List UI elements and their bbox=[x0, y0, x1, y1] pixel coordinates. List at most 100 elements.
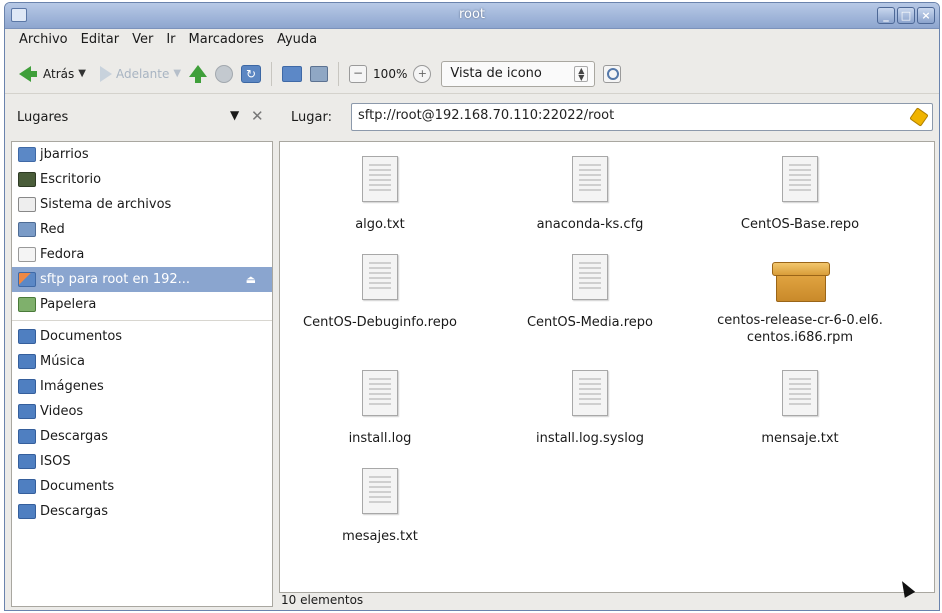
zoom-in-button[interactable]: + bbox=[409, 60, 435, 88]
filesystem-icon bbox=[18, 197, 36, 212]
sidebar-item-videos[interactable]: Videos bbox=[12, 399, 272, 424]
stop-icon bbox=[215, 64, 234, 83]
sidebar-item-descargas-2[interactable]: Descargas bbox=[12, 499, 272, 524]
file-item[interactable]: algo.txt bbox=[280, 156, 480, 233]
home-folder-icon bbox=[18, 147, 36, 162]
menu-ayuda[interactable]: Ayuda bbox=[271, 30, 324, 52]
sidebar-item-label: Escritorio bbox=[40, 172, 102, 187]
sidebar-item-musica[interactable]: Música bbox=[12, 349, 272, 374]
sidebar-item-descargas[interactable]: Descargas bbox=[12, 424, 272, 449]
sidebar-item-label: sftp para root en 192... bbox=[40, 272, 191, 287]
location-input[interactable]: sftp://root@192.168.70.110:22022/root bbox=[351, 103, 933, 131]
clear-location-icon[interactable] bbox=[910, 108, 926, 126]
sidebar-item-label: Fedora bbox=[40, 247, 85, 262]
folder-icon bbox=[18, 479, 36, 494]
file-name: CentOS-Base.repo bbox=[740, 217, 860, 232]
toolbar-separator bbox=[338, 61, 340, 86]
file-name: algo.txt bbox=[355, 217, 405, 232]
file-item[interactable]: anaconda-ks.cfg bbox=[490, 156, 690, 233]
sidebar-item-red[interactable]: Red bbox=[12, 217, 272, 242]
sidebar-item-label: Descargas bbox=[40, 429, 109, 444]
sidebar-item-label: Música bbox=[40, 354, 85, 369]
reload-button[interactable]: ↻ bbox=[237, 60, 265, 88]
file-name: mesajes.txt bbox=[342, 529, 418, 544]
folder-icon bbox=[18, 504, 36, 519]
search-icon[interactable] bbox=[603, 64, 622, 83]
sidebar-item-imagenes[interactable]: Imágenes bbox=[12, 374, 272, 399]
folder-icon bbox=[18, 329, 36, 344]
file-item[interactable]: centos-release-cr-6-0.el6.centos.i686.rp… bbox=[700, 254, 900, 346]
file-item[interactable]: CentOS-Media.repo bbox=[490, 254, 690, 331]
up-arrow-icon bbox=[189, 64, 208, 83]
file-item[interactable]: install.log.syslog bbox=[490, 370, 690, 447]
sidebar-item-escritorio[interactable]: Escritorio bbox=[12, 167, 272, 192]
sidebar-divider bbox=[12, 320, 272, 321]
computer-button[interactable] bbox=[306, 60, 332, 88]
folder-icon bbox=[18, 404, 36, 419]
stop-button[interactable] bbox=[211, 60, 237, 88]
title-bar[interactable]: root _ □ × bbox=[5, 3, 939, 29]
file-name: mensaje.txt bbox=[761, 431, 839, 446]
sidebar-item-fedora[interactable]: Fedora bbox=[12, 242, 272, 267]
eject-icon[interactable]: ⏏ bbox=[246, 273, 256, 286]
file-name: install.log.syslog bbox=[535, 431, 645, 446]
package-icon bbox=[772, 254, 830, 302]
folder-icon bbox=[18, 429, 36, 444]
computer-icon bbox=[310, 65, 329, 82]
window-title: root bbox=[458, 7, 486, 22]
sidebar-item-documentos[interactable]: Documentos bbox=[12, 324, 272, 349]
home-button[interactable] bbox=[278, 60, 306, 88]
sidebar-item-label: ISOS bbox=[40, 454, 71, 469]
maximize-button[interactable]: □ bbox=[897, 7, 915, 24]
folder-icon bbox=[18, 354, 36, 369]
sidebar-item-sistema-de-archivos[interactable]: Sistema de archivos bbox=[12, 192, 272, 217]
trash-icon bbox=[18, 297, 36, 312]
sidebar-item-label: jbarrios bbox=[40, 147, 89, 162]
places-chevron-down-icon[interactable]: ▼ bbox=[230, 108, 239, 122]
file-icon-view[interactable]: algo.txt anaconda-ks.cfg CentOS-Base.rep… bbox=[279, 141, 935, 593]
menu-archivo[interactable]: Archivo bbox=[13, 30, 75, 52]
view-mode-value: Vista de icono bbox=[450, 66, 542, 81]
sftp-icon bbox=[18, 272, 36, 287]
network-icon bbox=[18, 222, 36, 237]
sidebar-item-papelera[interactable]: Papelera bbox=[12, 292, 272, 317]
sidebar-item-jbarrios[interactable]: jbarrios bbox=[12, 142, 272, 167]
text-file-icon bbox=[572, 370, 608, 416]
menu-ver[interactable]: Ver bbox=[126, 30, 160, 52]
menu-editar[interactable]: Editar bbox=[75, 30, 127, 52]
text-file-icon bbox=[782, 370, 818, 416]
close-sidebar-icon[interactable]: ✕ bbox=[251, 107, 264, 125]
back-button[interactable]: Atrás ▼ bbox=[15, 60, 90, 88]
file-name: CentOS-Debuginfo.repo bbox=[303, 315, 457, 330]
toolbar-separator bbox=[271, 61, 273, 86]
close-button[interactable]: × bbox=[917, 7, 935, 24]
up-button[interactable] bbox=[185, 60, 211, 88]
file-item[interactable]: mesajes.txt bbox=[280, 468, 480, 545]
zoom-out-icon: − bbox=[349, 64, 368, 83]
file-item[interactable]: CentOS-Debuginfo.repo bbox=[280, 254, 480, 331]
sidebar-item-isos[interactable]: ISOS bbox=[12, 449, 272, 474]
folder-icon bbox=[18, 379, 36, 394]
view-mode-select[interactable]: Vista de icono ▲ ▼ bbox=[441, 60, 596, 87]
text-file-icon bbox=[362, 468, 398, 514]
text-file-icon bbox=[362, 370, 398, 416]
sidebar-item-label: Documentos bbox=[40, 329, 123, 344]
forward-button[interactable]: Adelante ▼ bbox=[90, 60, 185, 88]
file-item[interactable]: CentOS-Base.repo bbox=[700, 156, 900, 233]
sidebar-item-documents[interactable]: Documents bbox=[12, 474, 272, 499]
text-file-icon bbox=[362, 156, 398, 202]
location-row: Lugares ▼ ✕ Lugar: sftp://root@192.168.7… bbox=[5, 96, 939, 142]
status-bar: 10 elementos bbox=[281, 593, 364, 607]
menu-ir[interactable]: Ir bbox=[160, 30, 182, 52]
home-folder-icon bbox=[282, 65, 303, 82]
sidebar-item-sftp[interactable]: sftp para root en 192... ⏏ bbox=[12, 267, 272, 292]
back-history-chevron-icon[interactable]: ▼ bbox=[78, 68, 86, 79]
zoom-out-button[interactable]: − bbox=[345, 60, 371, 88]
folder-icon bbox=[18, 454, 36, 469]
file-item[interactable]: mensaje.txt bbox=[700, 370, 900, 447]
minimize-button[interactable]: _ bbox=[877, 7, 895, 24]
menu-marcadores[interactable]: Marcadores bbox=[183, 30, 271, 52]
forward-history-chevron-icon[interactable]: ▼ bbox=[173, 68, 181, 79]
file-item[interactable]: install.log bbox=[280, 370, 480, 447]
sidebar-item-label: Imágenes bbox=[40, 379, 104, 394]
